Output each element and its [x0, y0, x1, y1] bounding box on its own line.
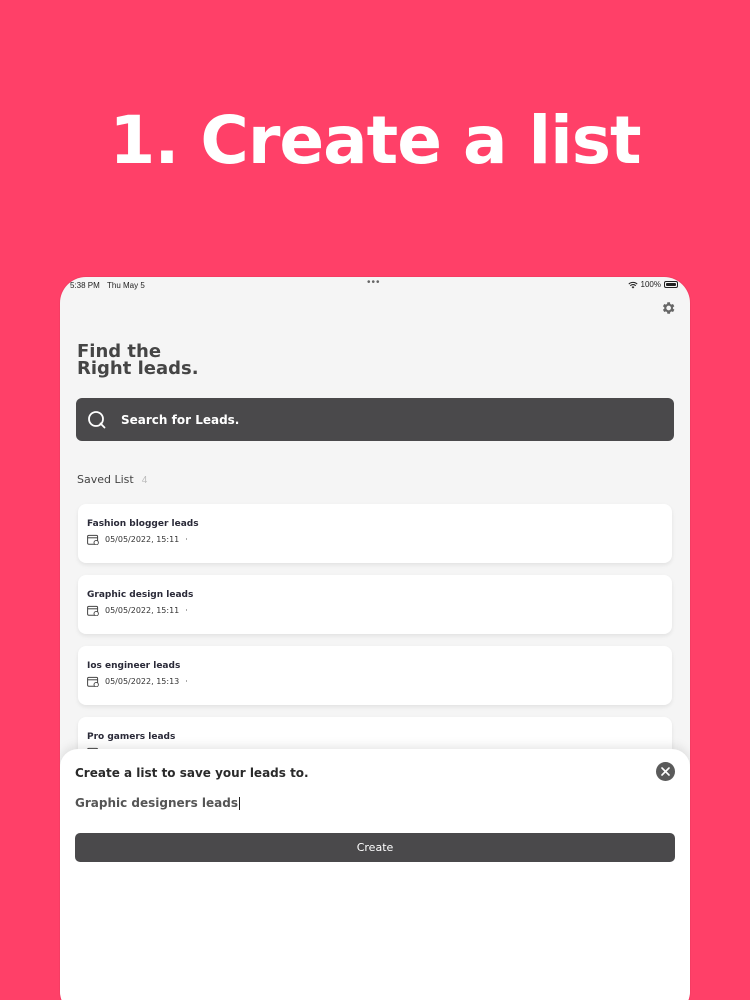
close-icon [661, 767, 670, 776]
list-item-meta: 05/05/2022, 15:11 · [87, 534, 188, 545]
wifi-icon [627, 281, 638, 288]
list-item-date: 05/05/2022, 15:11 [105, 535, 180, 544]
battery-percent: 100% [640, 280, 661, 289]
list-item[interactable]: Fashion blogger leads 05/05/2022, 15:11 · [78, 504, 672, 563]
status-time: 5:38 PM [70, 281, 100, 290]
list-item-meta: 05/05/2022, 15:11 · [87, 605, 188, 616]
status-bar: 5:38 PM Thu May 5 ••• 100% [60, 277, 690, 293]
page-title: Find the Right leads. [77, 343, 377, 379]
list-item[interactable]: Ios engineer leads 05/05/2022, 15:13 · [78, 646, 672, 705]
list-item-separator: · [185, 606, 188, 615]
list-item-date: 05/05/2022, 15:13 [105, 677, 180, 686]
saved-list-count: 4 [141, 475, 148, 486]
status-date: Thu May 5 [107, 281, 145, 290]
list-item-name: Ios engineer leads [87, 661, 181, 671]
list-item-date: 05/05/2022, 15:11 [105, 606, 180, 615]
calendar-icon [87, 534, 99, 545]
text-caret [238, 796, 240, 810]
ipad-frame: 5:38 PM Thu May 5 ••• 100% Find the Righ… [60, 277, 690, 1000]
saved-list-title: Saved List [77, 473, 134, 486]
calendar-icon [87, 676, 99, 687]
search-placeholder: Search for Leads. [121, 412, 240, 427]
close-button[interactable] [656, 762, 675, 781]
create-list-sheet: Create a list to save your leads to. Gra… [60, 749, 690, 1000]
list-item-separator: · [185, 535, 188, 544]
multitasking-dots[interactable]: ••• [367, 277, 381, 288]
list-item-name: Pro gamers leads [87, 732, 176, 742]
promo-headline: 1. Create a list [109, 102, 641, 179]
list-item[interactable]: Graphic design leads 05/05/2022, 15:11 · [78, 575, 672, 634]
list-item-name: Fashion blogger leads [87, 519, 199, 529]
list-name-value: Graphic designers leads [75, 796, 238, 810]
title-line-2: Right leads. [77, 358, 199, 379]
calendar-icon [87, 605, 99, 616]
status-right: 100% [627, 280, 678, 289]
gear-icon[interactable] [660, 300, 676, 316]
create-button[interactable]: Create [75, 833, 675, 862]
battery-icon [664, 281, 678, 288]
sheet-title: Create a list to save your leads to. [75, 766, 309, 780]
list-name-input[interactable]: Graphic designers leads [75, 793, 475, 813]
list-item-name: Graphic design leads [87, 590, 194, 600]
search-icon [88, 410, 106, 428]
saved-list-header: Saved List 4 [77, 473, 147, 486]
list-item-separator: · [185, 677, 188, 686]
list-item-meta: 05/05/2022, 15:13 · [87, 676, 188, 687]
search-bar[interactable]: Search for Leads. [76, 398, 674, 441]
